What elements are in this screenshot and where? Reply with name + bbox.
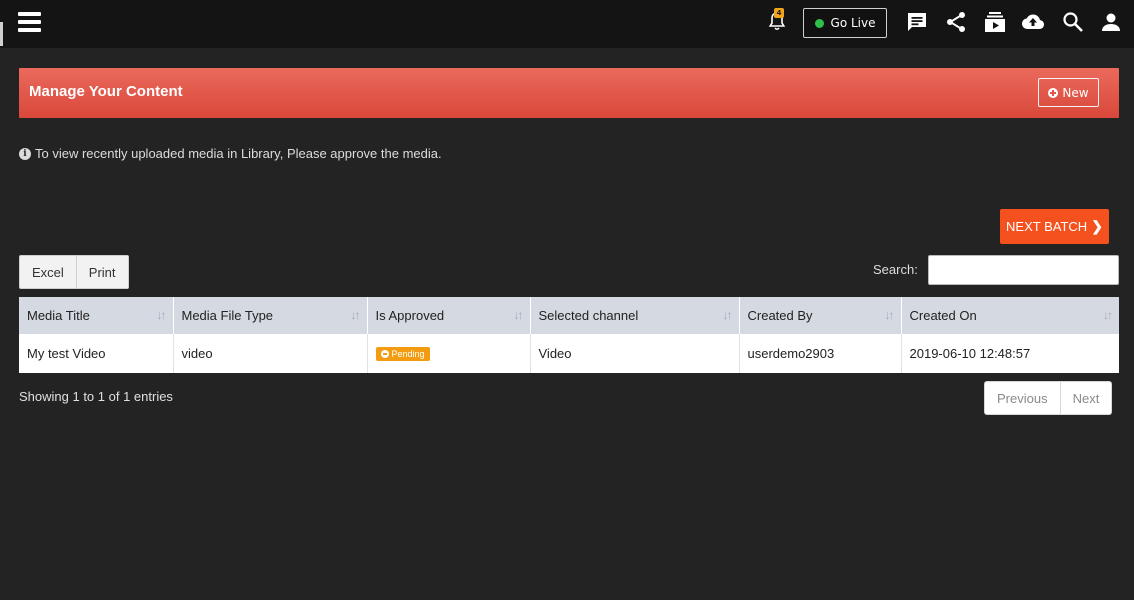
menu-icon[interactable]: [18, 12, 41, 32]
user-icon[interactable]: [1099, 10, 1123, 34]
column-header-media-file-type[interactable]: Media File Type ↓↑: [173, 297, 368, 334]
live-status-dot: [814, 18, 824, 28]
page-title: Manage Your Content: [29, 83, 183, 100]
share-icon[interactable]: [944, 10, 968, 34]
table-search-input[interactable]: [928, 255, 1119, 285]
top-navbar: 4 Go Live: [0, 0, 1134, 48]
cell-created-by: userdemo2903: [739, 334, 902, 373]
next-batch-button[interactable]: NEXT BATCH ❯: [1000, 209, 1109, 244]
column-header-selected-channel[interactable]: Selected channel ↓↑: [530, 297, 740, 334]
column-header-label: Created On: [909, 308, 977, 323]
column-header-is-approved[interactable]: Is Approved ↓↑: [367, 297, 531, 334]
cell-media-title: My test Video: [19, 334, 174, 373]
search-label: Search:: [873, 262, 918, 277]
plus-circle-icon: [1048, 87, 1059, 98]
pending-status-badge[interactable]: Pending: [375, 347, 430, 362]
sort-icon: ↓↑: [156, 308, 167, 322]
new-content-button[interactable]: New: [1038, 78, 1099, 107]
previous-page-button[interactable]: Previous: [984, 381, 1061, 415]
column-header-created-by[interactable]: Created By ↓↑: [739, 297, 902, 334]
sort-icon: ↓↑: [884, 308, 895, 322]
pagination: Previous Next: [984, 381, 1113, 415]
info-message: i To view recently uploaded media in Lib…: [19, 146, 442, 161]
column-header-created-on[interactable]: Created On ↓↑: [901, 297, 1119, 334]
info-message-text: To view recently uploaded media in Libra…: [35, 146, 442, 161]
column-header-label: Is Approved: [375, 308, 445, 323]
cell-file-type: video: [173, 334, 368, 373]
table-row[interactable]: My test Video video Pending Video userde…: [19, 334, 1119, 373]
info-icon: i: [19, 147, 31, 160]
cloud-upload-icon[interactable]: [1021, 10, 1045, 34]
chat-icon[interactable]: [905, 10, 929, 34]
next-batch-label: NEXT BATCH: [1006, 219, 1088, 234]
new-button-label: New: [1062, 85, 1089, 100]
content-header-panel: Manage Your Content New: [19, 68, 1119, 118]
search-icon[interactable]: [1061, 10, 1085, 34]
notification-badge: 4: [774, 8, 784, 18]
go-live-button[interactable]: Go Live: [803, 8, 887, 38]
sort-icon: ↓↑: [1103, 308, 1113, 322]
column-header-label: Media Title: [27, 308, 90, 323]
pending-label: Pending: [391, 349, 425, 360]
next-page-button[interactable]: Next: [1060, 381, 1113, 415]
print-button[interactable]: Print: [76, 255, 129, 289]
column-header-label: Media File Type: [181, 308, 274, 323]
sort-icon: ↓↑: [350, 308, 361, 322]
bell-icon[interactable]: 4: [765, 8, 789, 34]
go-live-label: Go Live: [830, 16, 876, 30]
sort-icon: ↓↑: [722, 308, 733, 322]
column-header-label: Selected channel: [538, 308, 639, 323]
excel-button[interactable]: Excel: [19, 255, 77, 289]
media-table: Media Title ↓↑ Media File Type ↓↑ Is Appro…: [19, 297, 1119, 373]
table-header-row: Media Title ↓↑ Media File Type ↓↑ Is Appro…: [19, 297, 1119, 334]
sort-icon: ↓↑: [513, 308, 524, 322]
edge-marker: [0, 22, 3, 46]
column-header-label: Created By: [747, 308, 813, 323]
cell-channel: Video: [530, 334, 740, 373]
minus-circle-icon: [380, 350, 389, 359]
cell-approval: Pending: [367, 334, 531, 373]
cell-created-on: 2019-06-10 12:48:57: [901, 334, 1119, 373]
table-info: Showing 1 to 1 of 1 entries: [19, 389, 173, 404]
video-library-icon[interactable]: [983, 10, 1007, 34]
chevron-right-icon: ❯: [1091, 218, 1103, 234]
export-button-group: Excel Print: [19, 255, 129, 289]
column-header-media-title[interactable]: Media Title ↓↑: [19, 297, 174, 334]
